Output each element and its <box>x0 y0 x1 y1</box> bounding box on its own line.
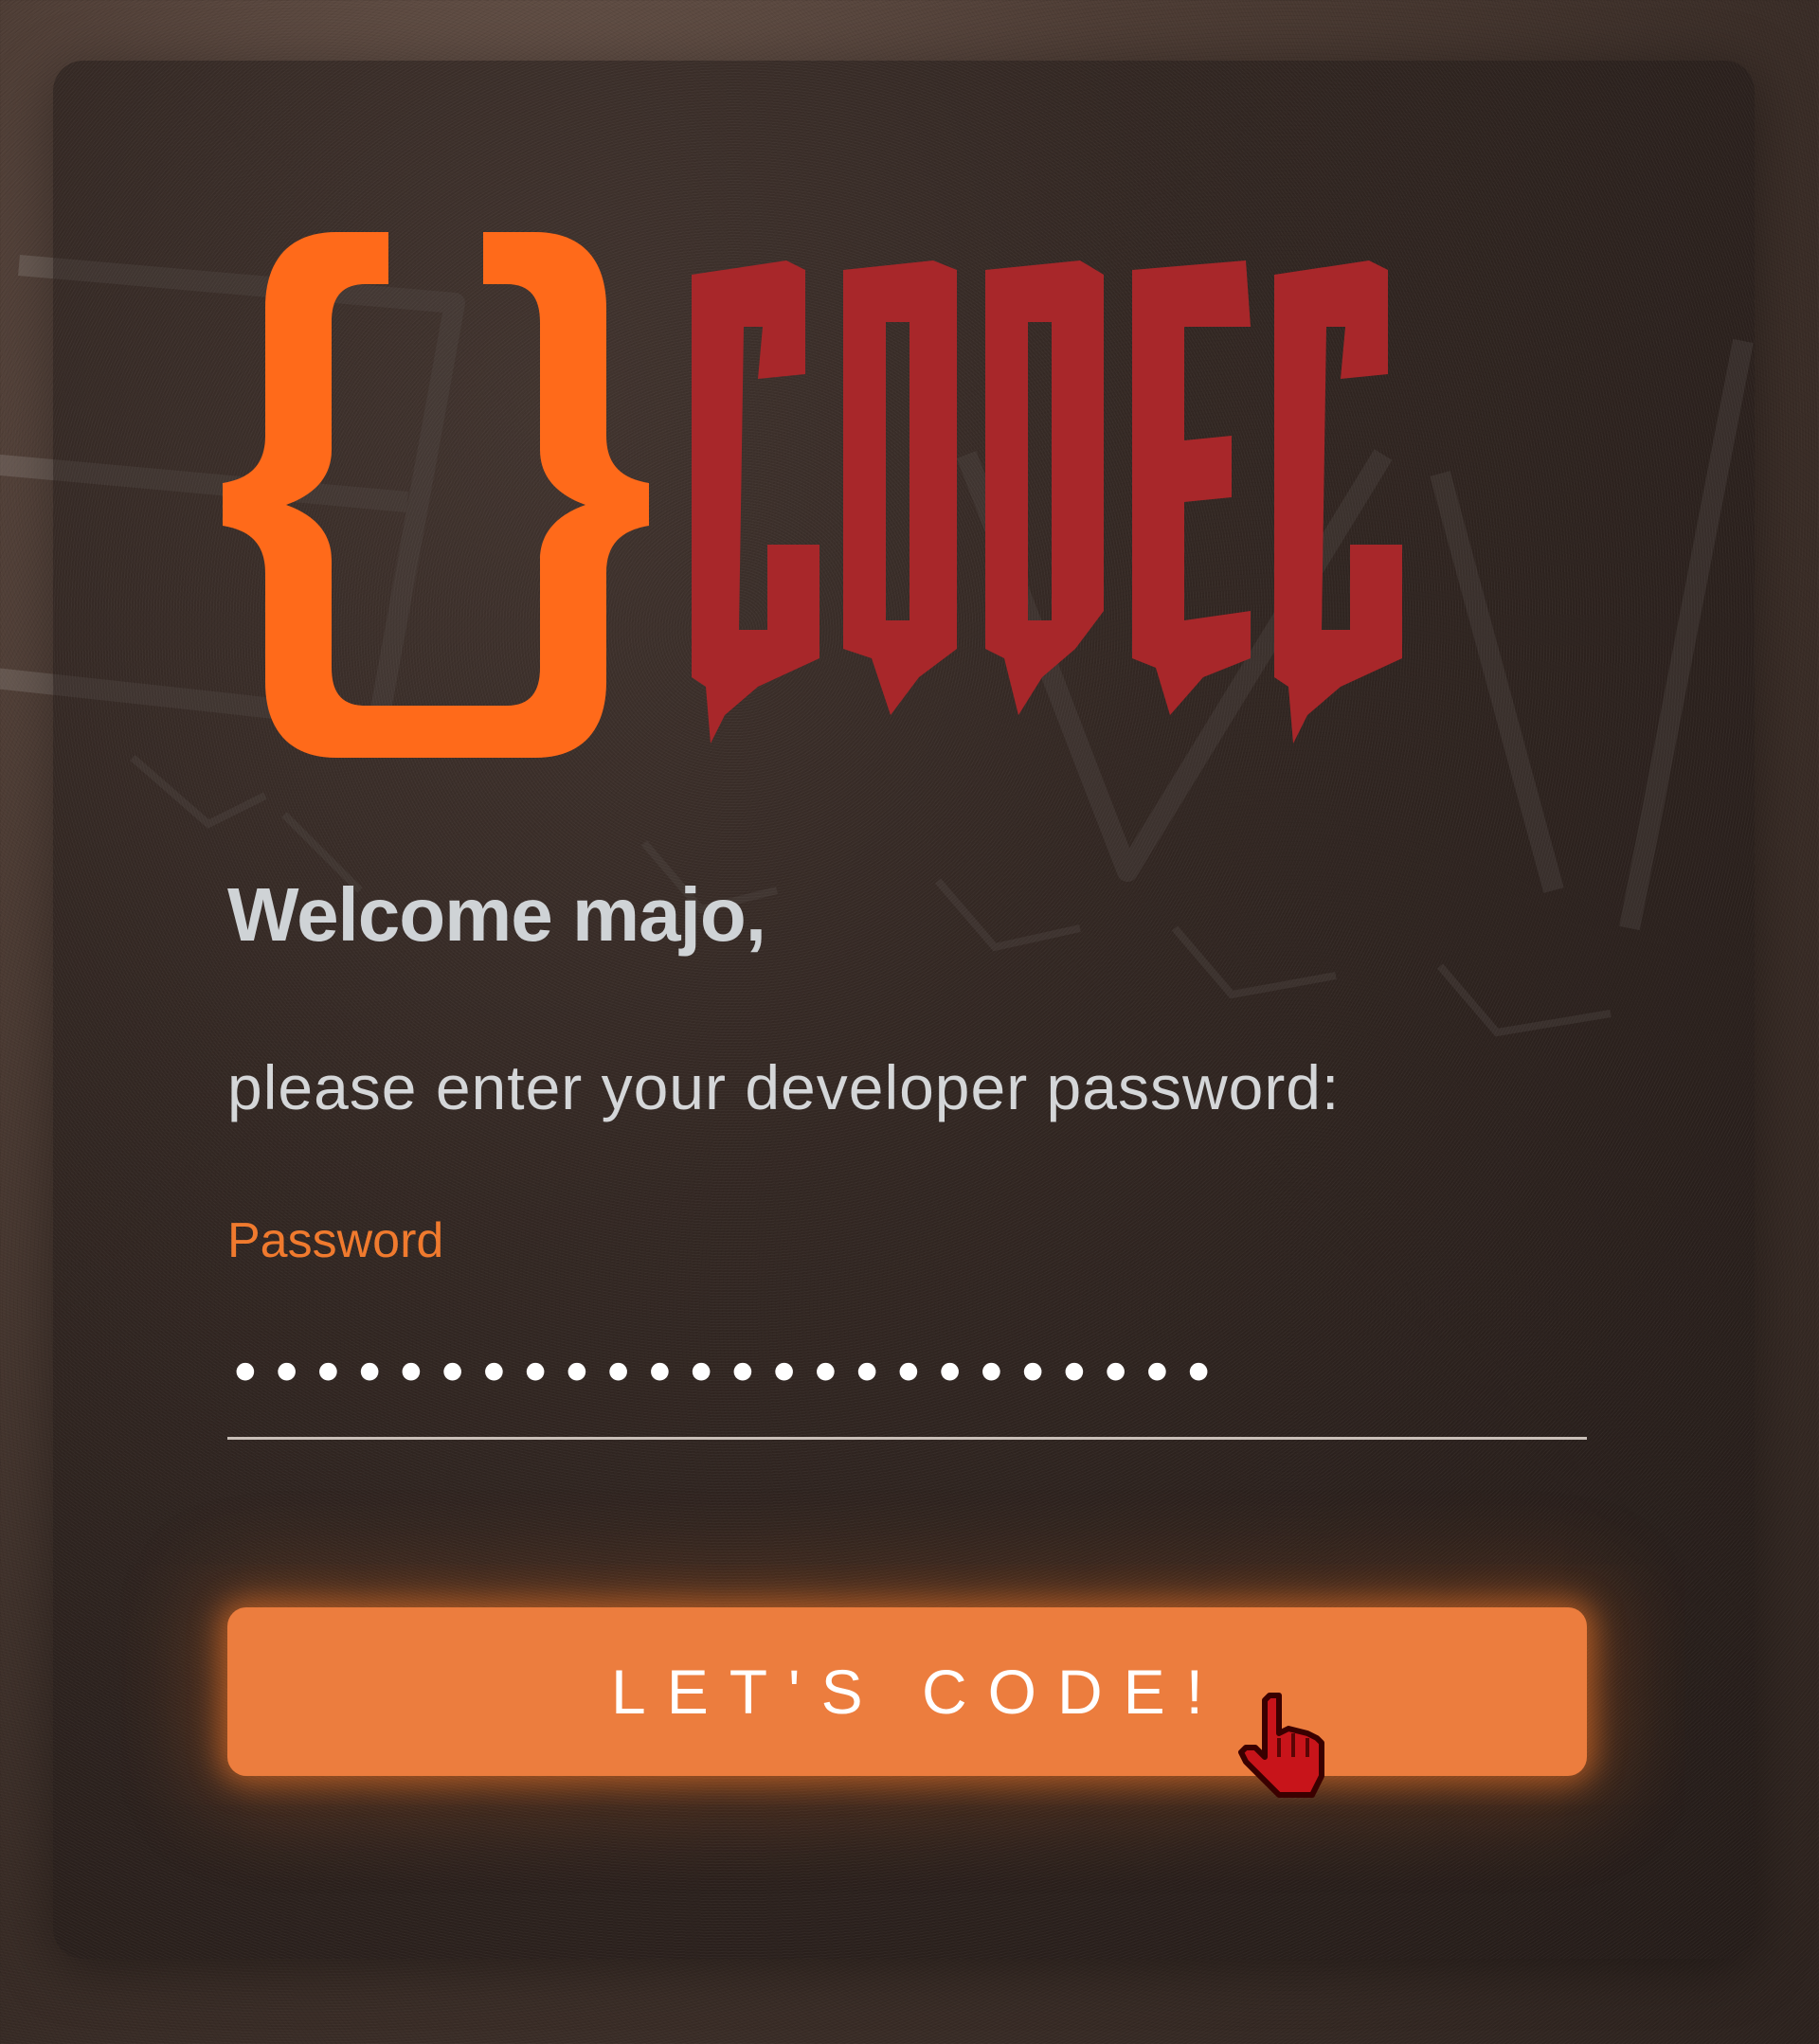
codec-logo <box>223 232 1573 781</box>
password-instruction: please enter your developer password: <box>227 1052 1341 1122</box>
lets-code-button[interactable]: LET'S CODE! <box>227 1607 1587 1776</box>
welcome-heading: Welcome majo, <box>227 872 766 957</box>
braces-logo-mark <box>223 232 649 758</box>
password-label: Password <box>227 1213 444 1268</box>
password-input[interactable] <box>227 1312 1587 1440</box>
hand-pointer-icon <box>1238 1693 1324 1798</box>
codec-wordmark <box>692 260 1402 744</box>
